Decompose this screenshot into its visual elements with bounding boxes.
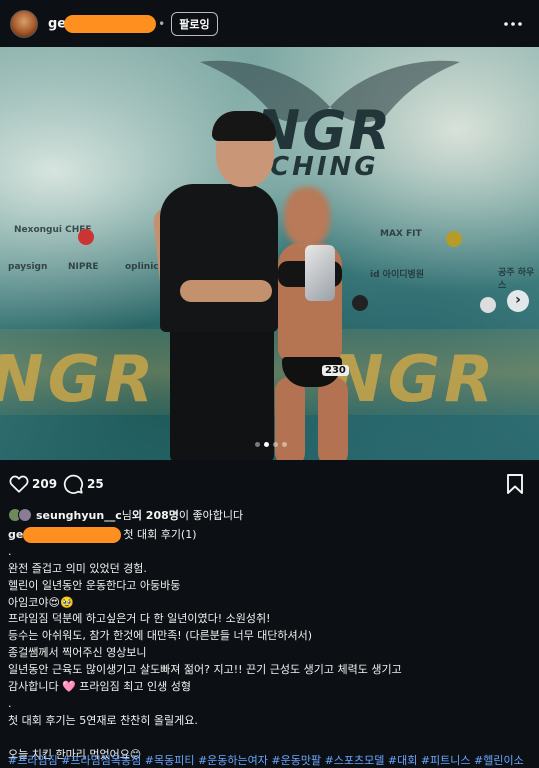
athlete-head-blurred [284,187,330,247]
caption-title-line: ge 첫 대회 후기(1) [8,527,533,544]
trophy [305,245,335,301]
person-torso [160,184,278,332]
header-separator: • [158,17,166,31]
caption-line: 프라임짐 덕분에 하고싶은거 다 한 일년이였다! 소원성취! [8,612,271,626]
sponsor-badge [446,231,462,247]
caption-title: 첫 대회 후기(1) [123,528,197,541]
post-actions: 209 25 [0,470,539,498]
caption-line: 등수는 아쉬워도, 참가 한것에 대만족! (다른분들 너무 대단하셔서) [8,629,313,643]
sponsor-logo: id 아이디병원 [370,270,425,280]
liked-by-text: 님 [121,509,132,522]
liker-avatar [18,508,32,522]
sponsor-logo: 공주 하우스 [498,268,535,291]
chevron-right-icon[interactable]: › [507,290,529,312]
liker-username[interactable]: seunghyun__c [36,509,122,522]
gold-banner-text-right: NGR [330,343,498,417]
carousel-dot [282,442,287,447]
carousel-dot [273,442,278,447]
sponsor-badge [480,297,496,313]
post-photo[interactable]: NGR CHING NGR NGR Nexongui CHEF paysign … [0,47,539,460]
liked-by-text-end: 이 좋아합니다 [178,509,244,522]
sponsor-logo: MAX FIT [380,229,422,239]
liked-by-others[interactable]: 외 208명 [132,507,179,523]
athlete-leg [318,377,348,460]
more-icon[interactable] [503,14,523,34]
caption-line: 종걸쌤께서 찍어주신 영상보니 [8,646,147,660]
sponsor-badge [78,229,94,245]
post-header: ge • 팔로잉 [0,0,539,48]
sponsor-logo: paysign [8,262,48,272]
caption-hashtags[interactable]: #프라임짐 #프라임짐목동점 #목동피티 #운동하는여자 #운동맛팔 #스포츠모… [8,752,524,768]
comment-icon[interactable] [62,473,84,495]
person-forearm [180,280,272,302]
heart-icon[interactable] [8,473,30,495]
caption-line: 일년동안 근육도 많이생기고 살도빠져 젊어? 지고!! 끈기 근성도 생기고 … [8,663,402,677]
post-caption: ge 첫 대회 후기(1) . 완전 즐겁고 의미 있었던 경험. 헬린이 일년동… [8,527,533,768]
person-pants [170,322,274,460]
athlete-bib-number: 230 [322,365,349,376]
following-button[interactable]: 팔로잉 [171,12,218,36]
sponsor-logo: NIPRE [68,262,99,272]
gold-banner-text-left: NGR [0,343,158,417]
banner-logo-subtext: CHING [270,152,379,182]
bookmark-icon[interactable] [505,473,525,495]
athlete-leg [275,377,305,460]
caption-line: 완전 즐겁고 의미 있었던 경험. [8,561,147,575]
sponsor-badge [352,295,368,311]
caption-line: 아임코야😍🥹 [8,595,74,609]
caption-username-redaction [23,527,122,543]
person-hair [212,111,276,141]
caption-username[interactable]: ge [8,528,23,541]
comment-count[interactable]: 25 [87,477,104,491]
author-username[interactable]: ge [48,15,157,33]
caption-line [8,730,533,747]
like-count[interactable]: 209 [32,477,57,491]
liked-by-line[interactable]: seunghyun__c 님 외 208명 이 좋아합니다 [8,506,243,524]
caption-line: 감사합니다 🩷 프라임짐 최고 인생 성형 [8,680,191,694]
author-avatar[interactable] [10,10,38,38]
caption-line: . [8,696,12,710]
carousel-dot-active [264,442,269,447]
caption-line: . [8,544,12,558]
username-redaction [64,15,157,33]
sponsor-logo: oplinic [125,262,159,272]
carousel-indicator [255,442,287,447]
caption-line: 첫 대회 후기는 5연재로 찬찬히 올릴게요. [8,713,198,727]
caption-line: 헬린이 일년동안 운동한다고 아둥바둥 [8,578,181,592]
carousel-dot [255,442,260,447]
